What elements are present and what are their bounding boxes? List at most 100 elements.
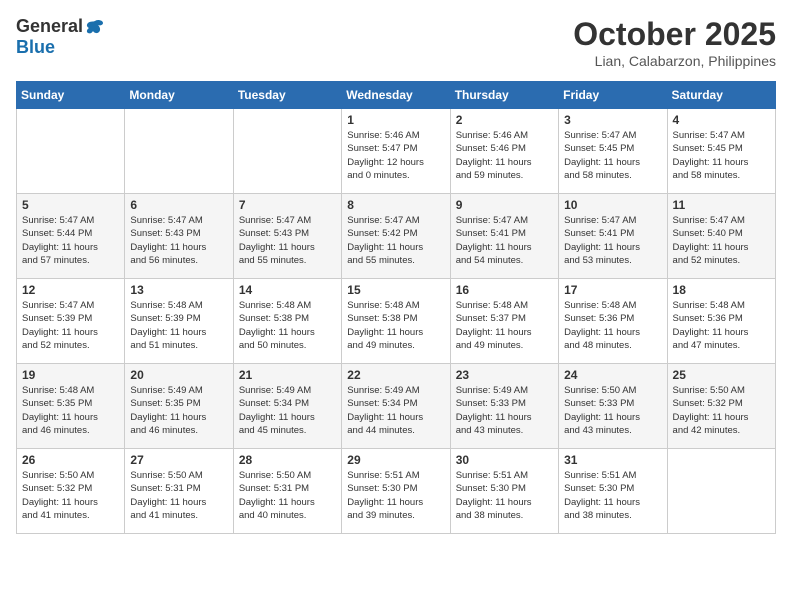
weekday-header-sunday: Sunday <box>17 82 125 109</box>
weekday-header-monday: Monday <box>125 82 233 109</box>
calendar-week-row: 1 Sunrise: 5:46 AM Sunset: 5:47 PM Daylig… <box>17 109 776 194</box>
day-info: Sunrise: 5:47 AM Sunset: 5:44 PM Dayligh… <box>22 214 119 267</box>
day-number: 8 <box>347 198 444 212</box>
calendar-cell: 2 Sunrise: 5:46 AM Sunset: 5:46 PM Daylig… <box>450 109 558 194</box>
calendar-cell: 8 Sunrise: 5:47 AM Sunset: 5:42 PM Daylig… <box>342 194 450 279</box>
calendar-cell: 1 Sunrise: 5:46 AM Sunset: 5:47 PM Daylig… <box>342 109 450 194</box>
day-number: 22 <box>347 368 444 382</box>
calendar-cell: 21 Sunrise: 5:49 AM Sunset: 5:34 PM Dayli… <box>233 364 341 449</box>
calendar-cell: 20 Sunrise: 5:49 AM Sunset: 5:35 PM Dayli… <box>125 364 233 449</box>
day-info: Sunrise: 5:48 AM Sunset: 5:38 PM Dayligh… <box>239 299 336 352</box>
day-info: Sunrise: 5:50 AM Sunset: 5:32 PM Dayligh… <box>22 469 119 522</box>
day-info: Sunrise: 5:48 AM Sunset: 5:36 PM Dayligh… <box>673 299 770 352</box>
day-info: Sunrise: 5:46 AM Sunset: 5:46 PM Dayligh… <box>456 129 553 182</box>
day-number: 12 <box>22 283 119 297</box>
calendar-cell: 3 Sunrise: 5:47 AM Sunset: 5:45 PM Daylig… <box>559 109 667 194</box>
calendar-cell: 6 Sunrise: 5:47 AM Sunset: 5:43 PM Daylig… <box>125 194 233 279</box>
day-info: Sunrise: 5:51 AM Sunset: 5:30 PM Dayligh… <box>456 469 553 522</box>
calendar-cell: 7 Sunrise: 5:47 AM Sunset: 5:43 PM Daylig… <box>233 194 341 279</box>
page-header: General Blue October 2025 Lian, Calabarz… <box>16 16 776 69</box>
calendar-cell: 22 Sunrise: 5:49 AM Sunset: 5:34 PM Dayli… <box>342 364 450 449</box>
calendar-week-row: 12 Sunrise: 5:47 AM Sunset: 5:39 PM Dayli… <box>17 279 776 364</box>
day-number: 2 <box>456 113 553 127</box>
day-info: Sunrise: 5:50 AM Sunset: 5:33 PM Dayligh… <box>564 384 661 437</box>
day-number: 13 <box>130 283 227 297</box>
day-number: 24 <box>564 368 661 382</box>
day-number: 26 <box>22 453 119 467</box>
calendar-cell: 13 Sunrise: 5:48 AM Sunset: 5:39 PM Dayli… <box>125 279 233 364</box>
calendar-cell: 23 Sunrise: 5:49 AM Sunset: 5:33 PM Dayli… <box>450 364 558 449</box>
logo-general-text: General <box>16 16 83 37</box>
day-number: 3 <box>564 113 661 127</box>
day-info: Sunrise: 5:51 AM Sunset: 5:30 PM Dayligh… <box>564 469 661 522</box>
calendar-cell: 25Sunrise: 5:50 AM Sunset: 5:32 PM Dayli… <box>667 364 775 449</box>
day-info: Sunrise: 5:49 AM Sunset: 5:34 PM Dayligh… <box>347 384 444 437</box>
calendar-cell: 19Sunrise: 5:48 AM Sunset: 5:35 PM Dayli… <box>17 364 125 449</box>
location-text: Lian, Calabarzon, Philippines <box>573 53 776 69</box>
calendar-cell: 12 Sunrise: 5:47 AM Sunset: 5:39 PM Dayli… <box>17 279 125 364</box>
day-number: 14 <box>239 283 336 297</box>
day-info: Sunrise: 5:47 AM Sunset: 5:40 PM Dayligh… <box>673 214 770 267</box>
calendar-cell: 27Sunrise: 5:50 AM Sunset: 5:31 PM Dayli… <box>125 449 233 534</box>
weekday-header-wednesday: Wednesday <box>342 82 450 109</box>
day-info: Sunrise: 5:47 AM Sunset: 5:39 PM Dayligh… <box>22 299 119 352</box>
day-number: 18 <box>673 283 770 297</box>
calendar-cell: 11 Sunrise: 5:47 AM Sunset: 5:40 PM Dayli… <box>667 194 775 279</box>
calendar-cell: 26 Sunrise: 5:50 AM Sunset: 5:32 PM Dayli… <box>17 449 125 534</box>
weekday-header-thursday: Thursday <box>450 82 558 109</box>
day-number: 29 <box>347 453 444 467</box>
day-number: 15 <box>347 283 444 297</box>
day-number: 17 <box>564 283 661 297</box>
calendar-cell <box>233 109 341 194</box>
day-info: Sunrise: 5:49 AM Sunset: 5:33 PM Dayligh… <box>456 384 553 437</box>
day-info: Sunrise: 5:48 AM Sunset: 5:39 PM Dayligh… <box>130 299 227 352</box>
day-info: Sunrise: 5:48 AM Sunset: 5:35 PM Dayligh… <box>22 384 119 437</box>
calendar-cell: 24 Sunrise: 5:50 AM Sunset: 5:33 PM Dayli… <box>559 364 667 449</box>
calendar-cell: 17 Sunrise: 5:48 AM Sunset: 5:36 PM Dayli… <box>559 279 667 364</box>
day-info: Sunrise: 5:47 AM Sunset: 5:45 PM Dayligh… <box>564 129 661 182</box>
calendar-week-row: 19Sunrise: 5:48 AM Sunset: 5:35 PM Dayli… <box>17 364 776 449</box>
day-number: 30 <box>456 453 553 467</box>
day-info: Sunrise: 5:47 AM Sunset: 5:45 PM Dayligh… <box>673 129 770 182</box>
day-info: Sunrise: 5:49 AM Sunset: 5:34 PM Dayligh… <box>239 384 336 437</box>
day-number: 1 <box>347 113 444 127</box>
calendar-cell: 5 Sunrise: 5:47 AM Sunset: 5:44 PM Daylig… <box>17 194 125 279</box>
day-number: 23 <box>456 368 553 382</box>
logo: General Blue <box>16 16 105 58</box>
day-number: 20 <box>130 368 227 382</box>
day-number: 16 <box>456 283 553 297</box>
day-number: 21 <box>239 368 336 382</box>
day-number: 9 <box>456 198 553 212</box>
day-number: 31 <box>564 453 661 467</box>
calendar-cell: 15 Sunrise: 5:48 AM Sunset: 5:38 PM Dayli… <box>342 279 450 364</box>
day-info: Sunrise: 5:49 AM Sunset: 5:35 PM Dayligh… <box>130 384 227 437</box>
day-number: 4 <box>673 113 770 127</box>
day-info: Sunrise: 5:47 AM Sunset: 5:43 PM Dayligh… <box>130 214 227 267</box>
day-number: 5 <box>22 198 119 212</box>
calendar-cell: 4 Sunrise: 5:47 AM Sunset: 5:45 PM Daylig… <box>667 109 775 194</box>
day-number: 7 <box>239 198 336 212</box>
title-section: October 2025 Lian, Calabarzon, Philippin… <box>573 16 776 69</box>
calendar-week-row: 26 Sunrise: 5:50 AM Sunset: 5:32 PM Dayli… <box>17 449 776 534</box>
day-info: Sunrise: 5:48 AM Sunset: 5:36 PM Dayligh… <box>564 299 661 352</box>
day-info: Sunrise: 5:50 AM Sunset: 5:31 PM Dayligh… <box>130 469 227 522</box>
day-info: Sunrise: 5:47 AM Sunset: 5:43 PM Dayligh… <box>239 214 336 267</box>
calendar-table: SundayMondayTuesdayWednesdayThursdayFrid… <box>16 81 776 534</box>
weekday-header-friday: Friday <box>559 82 667 109</box>
day-info: Sunrise: 5:51 AM Sunset: 5:30 PM Dayligh… <box>347 469 444 522</box>
day-info: Sunrise: 5:47 AM Sunset: 5:42 PM Dayligh… <box>347 214 444 267</box>
day-number: 11 <box>673 198 770 212</box>
calendar-cell: 18 Sunrise: 5:48 AM Sunset: 5:36 PM Dayli… <box>667 279 775 364</box>
weekday-header-saturday: Saturday <box>667 82 775 109</box>
calendar-cell: 14 Sunrise: 5:48 AM Sunset: 5:38 PM Dayli… <box>233 279 341 364</box>
calendar-cell: 30 Sunrise: 5:51 AM Sunset: 5:30 PM Dayli… <box>450 449 558 534</box>
day-info: Sunrise: 5:50 AM Sunset: 5:31 PM Dayligh… <box>239 469 336 522</box>
day-number: 6 <box>130 198 227 212</box>
calendar-cell: 28Sunrise: 5:50 AM Sunset: 5:31 PM Dayli… <box>233 449 341 534</box>
logo-bird-icon <box>85 17 105 37</box>
calendar-cell: 31 Sunrise: 5:51 AM Sunset: 5:30 PM Dayli… <box>559 449 667 534</box>
calendar-cell <box>17 109 125 194</box>
day-info: Sunrise: 5:48 AM Sunset: 5:38 PM Dayligh… <box>347 299 444 352</box>
logo-blue-text: Blue <box>16 37 55 58</box>
day-info: Sunrise: 5:46 AM Sunset: 5:47 PM Dayligh… <box>347 129 444 182</box>
